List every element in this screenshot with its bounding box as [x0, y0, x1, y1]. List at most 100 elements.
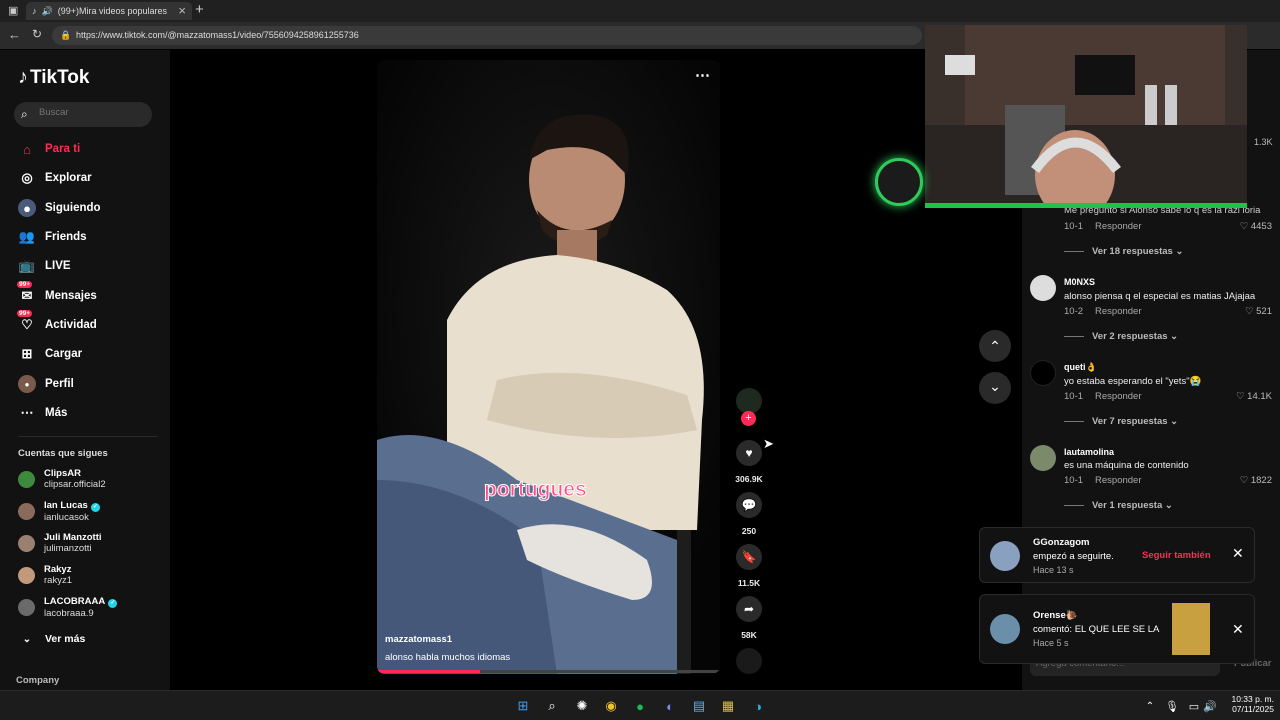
- nav-siguiendo[interactable]: ● Siguiendo: [18, 197, 101, 219]
- view-replies-button[interactable]: Ver 2 respuestas ⌄: [1064, 331, 1178, 342]
- comment-like-count: 14.1K: [1247, 391, 1272, 402]
- notepad-icon[interactable]: ▤: [689, 696, 709, 716]
- follow-back-button[interactable]: Seguir también: [1142, 550, 1211, 561]
- nav-mas[interactable]: ⋯ Más: [18, 402, 68, 424]
- video-caption-overlay: portugues: [484, 478, 588, 502]
- video-author[interactable]: mazzatomass1: [385, 634, 452, 645]
- close-icon[interactable]: ✕: [1232, 621, 1244, 638]
- video-frame: [377, 60, 720, 674]
- nav-mensajes[interactable]: ✉ 99+ Mensajes: [17, 281, 97, 307]
- reply-button[interactable]: Responder: [1095, 221, 1141, 232]
- account-handle: julimanzotti: [44, 543, 92, 554]
- share-button[interactable]: ➦: [736, 596, 762, 622]
- notif-time: Hace 5 s: [1033, 638, 1069, 648]
- file-explorer-icon[interactable]: ▦: [718, 696, 738, 716]
- see-more-button[interactable]: ⌄ Ver más: [18, 628, 86, 650]
- account-item[interactable]: Rakyz rakyz1: [18, 561, 72, 589]
- avatar[interactable]: [1030, 360, 1056, 386]
- account-handle: ianlucasok: [44, 511, 89, 523]
- mouse-cursor-icon: ➤: [763, 436, 774, 451]
- comment-meta: 10-1 Responder: [1064, 391, 1142, 402]
- account-item[interactable]: ClipsAR clipsar.official2: [18, 465, 106, 493]
- nav-actividad[interactable]: ♡ 99+ Actividad: [17, 310, 97, 336]
- comment-like[interactable]: ♡ 14.1K: [1236, 391, 1272, 402]
- follow-plus-icon[interactable]: +: [741, 411, 756, 426]
- view-replies-button[interactable]: Ver 7 respuestas ⌄: [1064, 416, 1178, 427]
- nav-explorar[interactable]: ◎ Explorar: [18, 167, 91, 189]
- browser-tab-bar: ▣ ♪ 🔊 (99+)Mira videos populares × +: [0, 0, 1280, 22]
- reload-icon[interactable]: ↻: [32, 27, 42, 41]
- reply-button[interactable]: Responder: [1095, 306, 1141, 317]
- edge-icon[interactable]: ◑: [748, 696, 768, 716]
- speaker-icon[interactable]: 🔊: [42, 6, 53, 17]
- search-box[interactable]: ⌕: [14, 102, 152, 127]
- chevron-down-icon: ⌄: [1170, 416, 1179, 427]
- tiktok-logo[interactable]: ♪ TikTok: [18, 66, 89, 89]
- reply-button[interactable]: Responder: [1095, 475, 1141, 486]
- next-video-button[interactable]: ⌄: [979, 372, 1011, 404]
- volume-icon[interactable]: 🔊: [1200, 696, 1220, 716]
- video-thumbnail[interactable]: [1172, 603, 1210, 655]
- activity-badge: 99+: [17, 310, 33, 317]
- url-field[interactable]: 🔒 https://www.tiktok.com/@mazzatomass1/v…: [52, 26, 922, 45]
- comment-button[interactable]: 💬: [736, 492, 762, 518]
- browser-tab[interactable]: ♪ 🔊 (99+)Mira videos populares ×: [26, 2, 192, 20]
- previous-video-button[interactable]: ⌃: [979, 330, 1011, 362]
- comment-author[interactable]: lautamolina: [1064, 447, 1114, 457]
- clock[interactable]: 10:33 p. m. 07/11/2025: [1222, 694, 1274, 714]
- account-item[interactable]: Ian Lucas ✓ ianlucasok: [18, 497, 100, 525]
- divider: [1064, 420, 1084, 422]
- progress-bar[interactable]: [377, 670, 720, 673]
- avatar: [18, 566, 35, 584]
- tiktok-favicon-icon: ♪: [32, 6, 37, 16]
- verified-icon: ✓: [108, 598, 118, 608]
- sidebar-toggle-icon[interactable]: ▣: [8, 4, 18, 17]
- discord-icon[interactable]: ◐: [660, 696, 680, 716]
- footer-company-link[interactable]: Company: [16, 675, 59, 686]
- nav-perfil[interactable]: ● Perfil: [18, 373, 74, 395]
- spotify-icon[interactable]: ●: [630, 696, 650, 716]
- messages-badge: 99+: [17, 281, 33, 288]
- nav-friends[interactable]: 👥 Friends: [18, 226, 87, 248]
- account-name: Juli Manzotti: [44, 532, 102, 543]
- nav-para-ti[interactable]: ⌂ Para ti: [18, 138, 80, 160]
- view-replies-button[interactable]: Ver 18 respuestas ⌄: [1064, 246, 1183, 257]
- avatar[interactable]: [1030, 275, 1056, 301]
- search-icon[interactable]: ⌕: [542, 696, 562, 716]
- windows-start-icon[interactable]: ⊞: [513, 696, 533, 716]
- comment-like[interactable]: ♡ 521: [1245, 306, 1272, 317]
- like-button[interactable]: ♥: [736, 440, 762, 466]
- account-item[interactable]: Juli Manzotti julimanzotti: [18, 529, 102, 557]
- comment-like-count: 1822: [1250, 475, 1272, 486]
- account-name: LACOBRAAA: [44, 595, 106, 607]
- music-disc-icon[interactable]: [736, 648, 762, 674]
- close-tab-icon[interactable]: ×: [178, 3, 186, 18]
- search-input[interactable]: [39, 107, 144, 118]
- notif-name: Orense🐌: [1033, 610, 1078, 621]
- save-button[interactable]: 🔖: [736, 544, 762, 570]
- nav-label: Cargar: [45, 348, 83, 360]
- view-replies-button[interactable]: Ver 1 respuesta ⌄: [1064, 500, 1173, 511]
- close-icon[interactable]: ✕: [1232, 545, 1244, 562]
- nav-live[interactable]: 📺 LIVE: [18, 255, 71, 277]
- chevron-up-icon[interactable]: ⌃: [1140, 696, 1160, 716]
- account-handle: rakyz1: [44, 575, 72, 586]
- video-player[interactable]: portugues mazzatomass1 alonso habla much…: [377, 60, 720, 674]
- save-count: 11.5K: [737, 578, 761, 588]
- account-item[interactable]: LACOBRAAA ✓ lacobraaa.9: [18, 593, 118, 621]
- reply-button[interactable]: Responder: [1095, 391, 1141, 402]
- comment-like[interactable]: ♡ 1822: [1240, 475, 1272, 486]
- more-options-icon[interactable]: ⋯: [695, 66, 710, 84]
- comment-author[interactable]: M0NXS: [1064, 277, 1095, 287]
- chrome-icon[interactable]: ◉: [601, 696, 621, 716]
- comment-count: 250: [741, 526, 757, 536]
- avatar: [18, 534, 35, 552]
- back-icon[interactable]: ←: [8, 27, 21, 42]
- comment-author[interactable]: queti👌: [1064, 362, 1097, 373]
- microphone-icon[interactable]: 🎙: [1162, 696, 1182, 716]
- nav-cargar[interactable]: ⊞ Cargar: [18, 343, 83, 365]
- chatgpt-icon[interactable]: ✺: [572, 696, 592, 716]
- avatar[interactable]: [1030, 445, 1056, 471]
- comment-like[interactable]: ♡ 4453: [1240, 221, 1272, 232]
- new-tab-icon[interactable]: +: [195, 1, 204, 18]
